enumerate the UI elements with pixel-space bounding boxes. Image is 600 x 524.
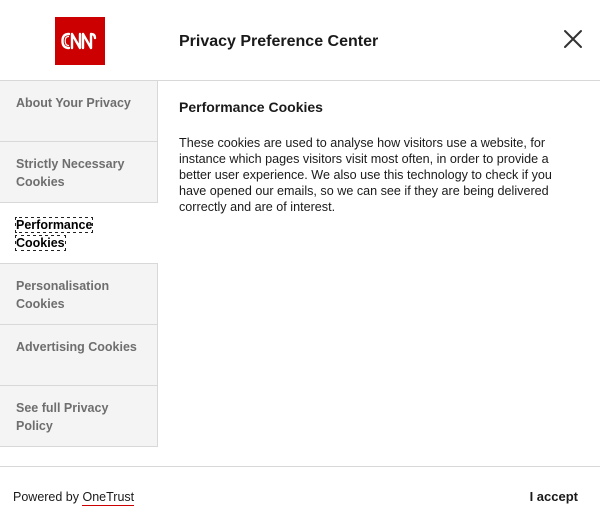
category-description: These cookies are used to analyse how vi… <box>179 136 552 214</box>
sidebar-item-label: Personalisation Cookies <box>16 279 110 311</box>
powered-by-prefix: Powered by <box>13 490 83 504</box>
sidebar-item-label: Advertising Cookies <box>16 340 137 354</box>
sidebar-item-label: See full Privacy Policy <box>16 401 109 433</box>
powered-by: Powered by OneTrust <box>13 490 135 506</box>
dialog-footer: Powered by OneTrust I accept <box>0 466 600 524</box>
sidebar-item-personalisation-cookies[interactable]: Personalisation Cookies <box>0 264 157 325</box>
sidebar-item-privacy-policy[interactable]: See full Privacy Policy <box>0 386 157 447</box>
sidebar-item-performance-cookies[interactable]: Performance Cookies <box>0 203 158 264</box>
category-sidebar: About Your Privacy Strictly Necessary Co… <box>0 81 158 447</box>
close-button[interactable] <box>562 28 584 50</box>
cnn-logo-mark <box>55 17 105 65</box>
category-heading: Performance Cookies <box>179 99 323 115</box>
sidebar-item-about-your-privacy[interactable]: About Your Privacy <box>0 81 157 142</box>
sidebar-item-advertising-cookies[interactable]: Advertising Cookies <box>0 325 157 386</box>
cnn-logo <box>55 17 105 65</box>
dialog-header: Privacy Preference Center <box>0 0 600 81</box>
close-icon <box>564 30 582 48</box>
sidebar-item-label: About Your Privacy <box>16 96 131 110</box>
category-description-panel: Performance Cookies These cookies are us… <box>179 99 579 215</box>
dialog-title: Privacy Preference Center <box>179 33 379 50</box>
onetrust-link[interactable]: OneTrust <box>82 490 135 506</box>
sidebar-item-label: Strictly Necessary Cookies <box>16 157 125 189</box>
sidebar-item-strictly-necessary-cookies[interactable]: Strictly Necessary Cookies <box>0 142 157 203</box>
accept-button[interactable]: I accept <box>530 489 578 504</box>
sidebar-item-label: Performance Cookies <box>14 217 94 251</box>
